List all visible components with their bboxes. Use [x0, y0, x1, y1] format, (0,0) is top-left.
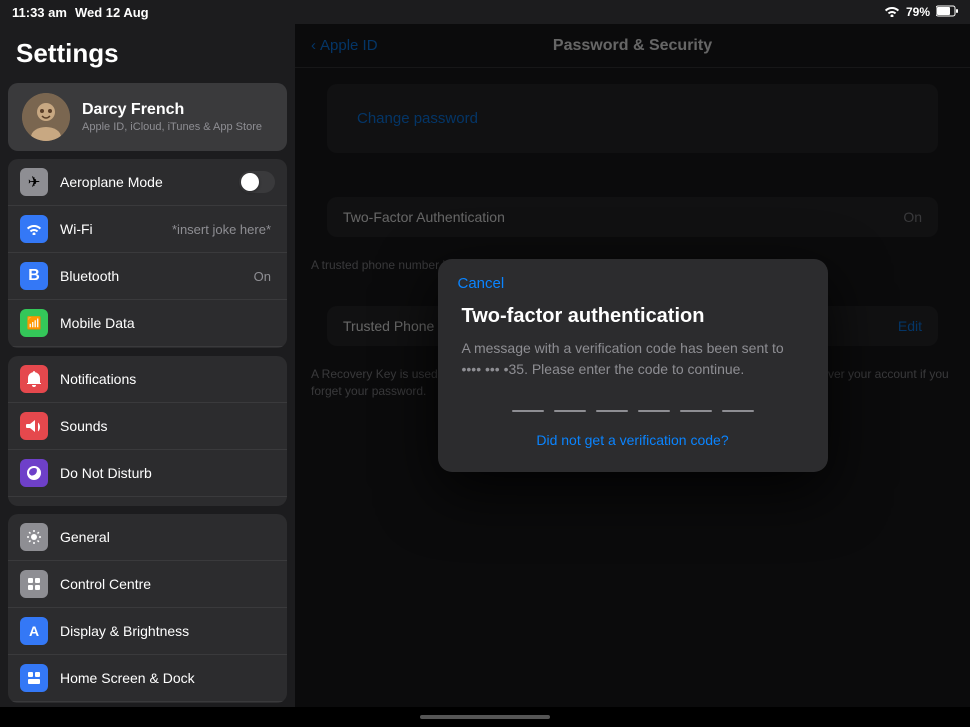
sidebar-item-notifications[interactable]: Notifications: [8, 356, 287, 403]
phone-number: •••• ••• •35: [462, 361, 525, 377]
wifi-value: *insert joke here*: [172, 222, 271, 237]
sidebar-item-dnd[interactable]: Do Not Disturb: [8, 450, 287, 497]
code-input-4[interactable]: [638, 410, 670, 412]
status-bar-right: 79%: [884, 5, 958, 20]
control-centre-label: Control Centre: [60, 576, 275, 592]
notifications-icon: [20, 365, 48, 393]
dnd-label: Do Not Disturb: [60, 465, 275, 481]
battery-icon: [936, 5, 958, 20]
avatar: [22, 93, 70, 141]
home-screen-icon: [20, 664, 48, 692]
sidebar-item-general[interactable]: General: [8, 514, 287, 561]
date: Wed 12 Aug: [75, 5, 149, 20]
profile-sub: Apple ID, iCloud, iTunes & App Store: [82, 121, 273, 133]
wifi-label: Wi-Fi: [60, 221, 172, 237]
sidebar-item-vpn[interactable]: VPN VPN: [8, 347, 287, 348]
two-factor-dialog: Cancel Two-factor authentication A messa…: [438, 259, 828, 472]
code-input-1[interactable]: [512, 410, 544, 412]
bluetooth-icon: B: [20, 262, 48, 290]
settings-title: Settings: [0, 24, 295, 79]
sidebar-item-home-screen-dock[interactable]: Home Screen & Dock: [8, 655, 287, 702]
profile-name: Darcy French: [82, 101, 273, 119]
aeroplane-toggle[interactable]: [239, 171, 275, 193]
right-panel: ‹ Apple ID Password & Security Change pa…: [295, 24, 970, 707]
general-label: General: [60, 529, 275, 545]
dialog-message: A message with a verification code has b…: [438, 338, 828, 400]
sidebar-item-mobile-data[interactable]: 📶 Mobile Data: [8, 300, 287, 347]
sounds-icon: [20, 412, 48, 440]
sidebar: Settings Darcy French Apple ID, iCloud, …: [0, 24, 295, 707]
sidebar-item-accessibility[interactable]: ♿ Accessibility: [8, 702, 287, 703]
battery: 79%: [906, 5, 930, 19]
home-screen-label: Home Screen & Dock: [60, 670, 275, 686]
code-input-row[interactable]: [438, 400, 828, 432]
dialog-header: Cancel: [438, 259, 828, 292]
sidebar-item-sounds[interactable]: Sounds: [8, 403, 287, 450]
display-brightness-label: Display & Brightness: [60, 623, 275, 639]
code-input-2[interactable]: [554, 410, 586, 412]
display-brightness-icon: A: [20, 617, 48, 645]
dialog-title: Two-factor authentication: [438, 292, 828, 338]
status-bar-left: 11:33 am Wed 12 Aug: [12, 5, 149, 20]
sidebar-item-screen-time[interactable]: Screen Time: [8, 497, 287, 507]
wifi-icon: [884, 5, 900, 20]
status-bar: 11:33 am Wed 12 Aug 79%: [0, 0, 970, 24]
sidebar-item-bluetooth[interactable]: B Bluetooth On: [8, 253, 287, 300]
dialog-overlay: Cancel Two-factor authentication A messa…: [295, 24, 970, 707]
cancel-button[interactable]: Cancel: [458, 275, 505, 292]
sidebar-item-display-brightness[interactable]: A Display & Brightness: [8, 608, 287, 655]
bluetooth-value: On: [254, 269, 271, 284]
aeroplane-icon: ✈: [20, 168, 48, 196]
bluetooth-label: Bluetooth: [60, 268, 254, 284]
dnd-icon: [20, 459, 48, 487]
home-indicator: [0, 707, 970, 727]
general-icon: [20, 523, 48, 551]
wifi-icon-sidebar: [20, 215, 48, 243]
time: 11:33 am: [12, 5, 67, 20]
profile-info: Darcy French Apple ID, iCloud, iTunes & …: [82, 101, 273, 133]
mobile-data-icon: 📶: [20, 309, 48, 337]
notifications-label: Notifications: [60, 371, 275, 387]
aeroplane-label: Aeroplane Mode: [60, 174, 231, 190]
no-code-link[interactable]: Did not get a verification code?: [438, 432, 828, 472]
code-input-5[interactable]: [680, 410, 712, 412]
sidebar-section-preferences: General Control Centre A Display & Brigh…: [8, 514, 287, 703]
code-input-6[interactable]: [722, 410, 754, 412]
home-bar: [420, 715, 550, 719]
sidebar-item-aeroplane-mode[interactable]: ✈ Aeroplane Mode: [8, 159, 287, 206]
sidebar-section-network: ✈ Aeroplane Mode Wi-Fi *insert joke here…: [8, 159, 287, 348]
control-centre-icon: [20, 570, 48, 598]
sidebar-section-system: Notifications Sounds Do Not Disturb Scre…: [8, 356, 287, 507]
profile-row[interactable]: Darcy French Apple ID, iCloud, iTunes & …: [8, 83, 287, 151]
mobile-data-label: Mobile Data: [60, 315, 275, 331]
main-layout: Settings Darcy French Apple ID, iCloud, …: [0, 24, 970, 707]
sidebar-item-control-centre[interactable]: Control Centre: [8, 561, 287, 608]
screen-time-icon: [20, 506, 48, 507]
sidebar-item-wifi[interactable]: Wi-Fi *insert joke here*: [8, 206, 287, 253]
sounds-label: Sounds: [60, 418, 275, 434]
code-input-3[interactable]: [596, 410, 628, 412]
